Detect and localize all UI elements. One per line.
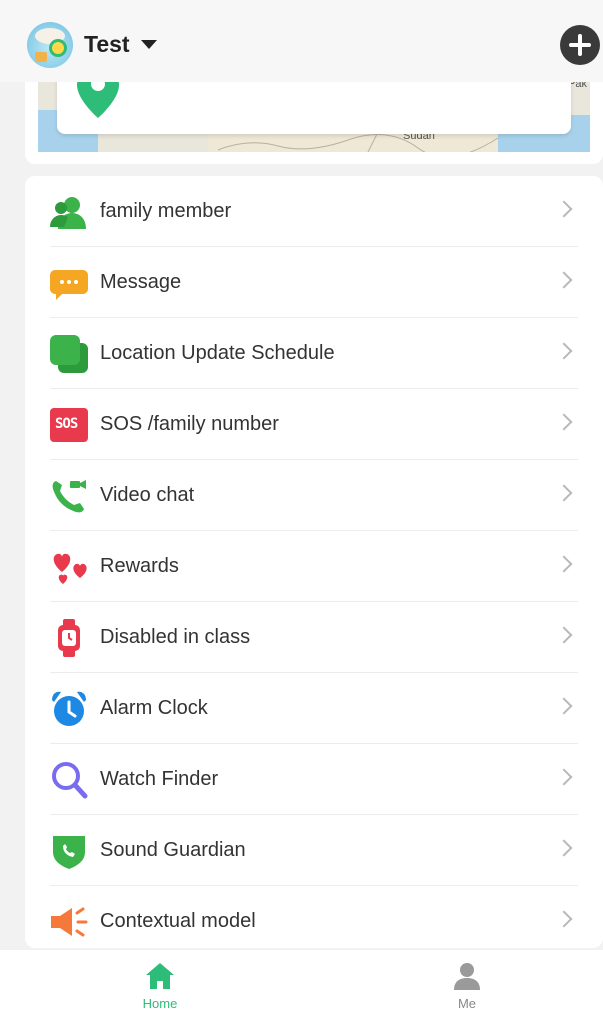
bottom-nav: Home Me — [0, 950, 603, 1010]
chevron-right-icon — [555, 697, 573, 715]
alarm-clock-icon — [52, 691, 86, 726]
menu-item-rewards[interactable]: Rewards — [50, 531, 578, 602]
tab-home[interactable]: Home — [100, 950, 220, 1010]
sos-icon-text: SOS — [55, 416, 78, 432]
menu-item-label: Message — [100, 271, 182, 293]
menu-item-label: Alarm Clock — [100, 697, 208, 719]
chevron-right-icon — [555, 768, 573, 786]
hearts-icon — [53, 553, 87, 584]
menu-item-family-member[interactable]: family member — [50, 176, 578, 247]
menu-item-sound-guardian[interactable]: Sound Guardian — [50, 815, 578, 886]
menu-item-label: Rewards — [100, 555, 179, 577]
chevron-right-icon — [555, 839, 573, 857]
menu-item-label: SOS /family number — [100, 413, 279, 435]
feature-menu: family member Message Location Update Sc… — [25, 176, 603, 948]
menu-item-label: Video chat — [100, 484, 195, 506]
chevron-right-icon — [555, 413, 573, 431]
watch-avatar-icon — [35, 28, 67, 62]
device-avatar[interactable] — [27, 22, 73, 68]
family-member-icon — [50, 197, 86, 229]
menu-item-label: Sound Guardian — [100, 839, 246, 861]
chevron-down-icon[interactable] — [141, 40, 157, 49]
device-name[interactable]: Test — [84, 31, 130, 58]
video-call-icon — [52, 480, 86, 513]
chevron-right-icon — [555, 342, 573, 360]
person-icon — [454, 963, 480, 990]
menu-item-label: Location Update Schedule — [100, 342, 335, 364]
menu-item-label: Disabled in class — [100, 626, 251, 648]
shield-phone-icon — [53, 836, 85, 869]
menu-item-label: Watch Finder — [100, 768, 219, 790]
chevron-right-icon — [555, 626, 573, 644]
chevron-right-icon — [555, 910, 573, 928]
magnifier-icon — [52, 762, 88, 799]
menu-item-disabled-in-class[interactable]: Disabled in class — [50, 602, 578, 673]
home-icon — [146, 963, 174, 989]
menu-item-alarm-clock[interactable]: Alarm Clock — [50, 673, 578, 744]
menu-item-label: family member — [100, 200, 232, 222]
chevron-right-icon — [555, 200, 573, 218]
menu-item-video-chat[interactable]: Video chat — [50, 460, 578, 531]
message-icon — [50, 270, 88, 300]
tab-me[interactable]: Me — [407, 950, 527, 1010]
tab-home-label: Home — [142, 996, 178, 1010]
menu-item-watch-finder[interactable]: Watch Finder — [50, 744, 578, 815]
menu-item-sos[interactable]: SOS SOS /family number — [50, 389, 578, 460]
app-header: Test — [0, 0, 603, 82]
menu-item-contextual-model[interactable]: Contextual model — [50, 886, 578, 948]
tab-me-label: Me — [457, 996, 477, 1010]
location-schedule-icon — [50, 335, 88, 373]
chevron-right-icon — [555, 555, 573, 573]
menu-item-location-update-schedule[interactable]: Location Update Schedule — [50, 318, 578, 389]
menu-item-label: Contextual model — [100, 910, 256, 932]
watch-icon — [58, 619, 80, 657]
menu-item-message[interactable]: Message — [50, 247, 578, 318]
chevron-right-icon — [555, 484, 573, 502]
speaker-icon — [51, 907, 88, 937]
plus-circle-icon[interactable] — [560, 25, 600, 65]
chevron-right-icon — [555, 271, 573, 289]
